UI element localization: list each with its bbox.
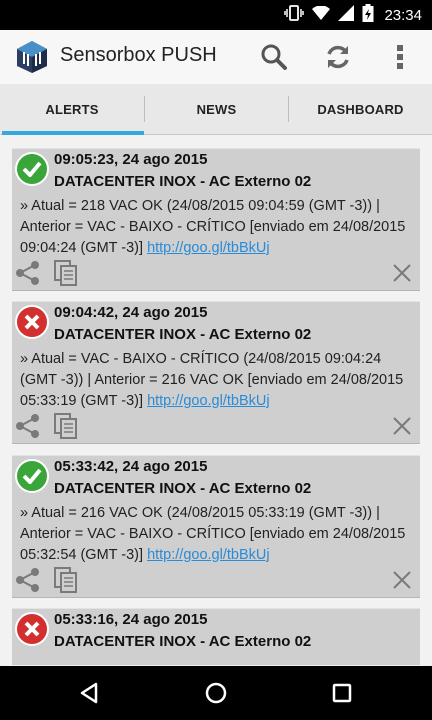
alert-actions: [12, 564, 420, 594]
share-button[interactable]: [14, 566, 42, 594]
signal-icon: [338, 4, 355, 26]
search-button[interactable]: [256, 40, 292, 74]
close-icon: [393, 417, 411, 435]
dismiss-button[interactable]: [388, 259, 416, 287]
status-error-icon: [15, 612, 49, 646]
close-icon: [393, 264, 411, 282]
share-button[interactable]: [14, 259, 42, 287]
status-ok-icon: [15, 152, 49, 186]
copy-icon: [54, 413, 77, 439]
alert-card[interactable]: 09:05:23, 24 ago 2015 DATACENTER INOX - …: [12, 148, 420, 291]
home-icon: [205, 682, 227, 704]
alert-message-block: » Atual = 218 VAC OK (24/08/2015 09:04:5…: [20, 196, 416, 259]
alert-title: DATACENTER INOX - AC Externo 02: [54, 173, 312, 190]
alert-time: 09:05:23, 24 ago 2015: [54, 151, 208, 168]
alert-time: 09:04:42, 24 ago 2015: [54, 304, 208, 321]
alert-time: 05:33:16, 24 ago 2015: [54, 611, 208, 628]
navigation-bar: [0, 666, 432, 720]
alert-actions: [12, 410, 420, 440]
overflow-menu-button[interactable]: [382, 40, 418, 74]
alert-card[interactable]: 09:04:42, 24 ago 2015 DATACENTER INOX - …: [12, 301, 420, 444]
search-icon: [261, 44, 287, 70]
alert-title: DATACENTER INOX - AC Externo 02: [54, 633, 312, 650]
tab-alerts-label: ALERTS: [45, 101, 99, 117]
share-icon: [16, 568, 39, 592]
tab-dashboard[interactable]: DASHBOARD: [289, 84, 432, 134]
dismiss-button[interactable]: [388, 412, 416, 440]
alert-time: 05:33:42, 24 ago 2015: [54, 458, 208, 475]
back-button[interactable]: [74, 678, 104, 708]
copy-button[interactable]: [52, 412, 80, 440]
alert-actions: [12, 257, 420, 287]
recents-button[interactable]: [327, 678, 357, 708]
copy-icon: [54, 567, 77, 593]
more-vert-icon: [397, 45, 403, 69]
alert-link[interactable]: http://goo.gl/tbBkUj: [147, 547, 270, 563]
app-logo-icon: [16, 40, 48, 74]
tab-bar: ALERTS NEWS DASHBOARD: [0, 84, 432, 135]
tab-news-label: NEWS: [196, 101, 237, 117]
copy-button[interactable]: [52, 566, 80, 594]
action-bar: Sensorbox PUSH: [0, 30, 432, 84]
refresh-icon: [327, 45, 349, 69]
home-button[interactable]: [201, 678, 231, 708]
status-error-icon: [15, 305, 49, 339]
tab-alerts[interactable]: ALERTS: [0, 84, 144, 134]
alert-message-block: » Atual = 216 VAC OK (24/08/2015 05:33:1…: [20, 503, 416, 566]
dismiss-button[interactable]: [388, 566, 416, 594]
alert-link[interactable]: http://goo.gl/tbBkUj: [147, 393, 270, 409]
close-icon: [393, 571, 411, 589]
status-bar: 23:34: [0, 0, 432, 30]
alert-title: DATACENTER INOX - AC Externo 02: [54, 480, 312, 497]
battery-icon: [362, 3, 374, 27]
alert-card[interactable]: 05:33:16, 24 ago 2015 DATACENTER INOX - …: [12, 608, 420, 665]
tab-dashboard-label: DASHBOARD: [317, 101, 404, 117]
alert-title: DATACENTER INOX - AC Externo 02: [54, 326, 312, 343]
alert-link[interactable]: http://goo.gl/tbBkUj: [147, 240, 270, 256]
alert-message-block: » Atual = VAC - BAIXO - CRÍTICO (24/08/2…: [20, 349, 416, 412]
share-button[interactable]: [14, 412, 42, 440]
copy-button[interactable]: [52, 259, 80, 287]
share-icon: [16, 261, 39, 285]
recents-icon: [332, 683, 352, 703]
vibrate-icon: [284, 4, 305, 26]
app-title: Sensorbox PUSH: [60, 44, 217, 66]
copy-icon: [54, 260, 77, 286]
back-icon: [80, 682, 98, 704]
alert-card[interactable]: 05:33:42, 24 ago 2015 DATACENTER INOX - …: [12, 455, 420, 598]
clock: 23:34: [384, 6, 422, 24]
status-ok-icon: [15, 459, 49, 493]
share-icon: [16, 414, 39, 438]
alert-list[interactable]: 09:05:23, 24 ago 2015 DATACENTER INOX - …: [0, 135, 432, 665]
wifi-icon: [312, 4, 331, 25]
refresh-button[interactable]: [320, 40, 356, 74]
tab-news[interactable]: NEWS: [145, 84, 288, 134]
